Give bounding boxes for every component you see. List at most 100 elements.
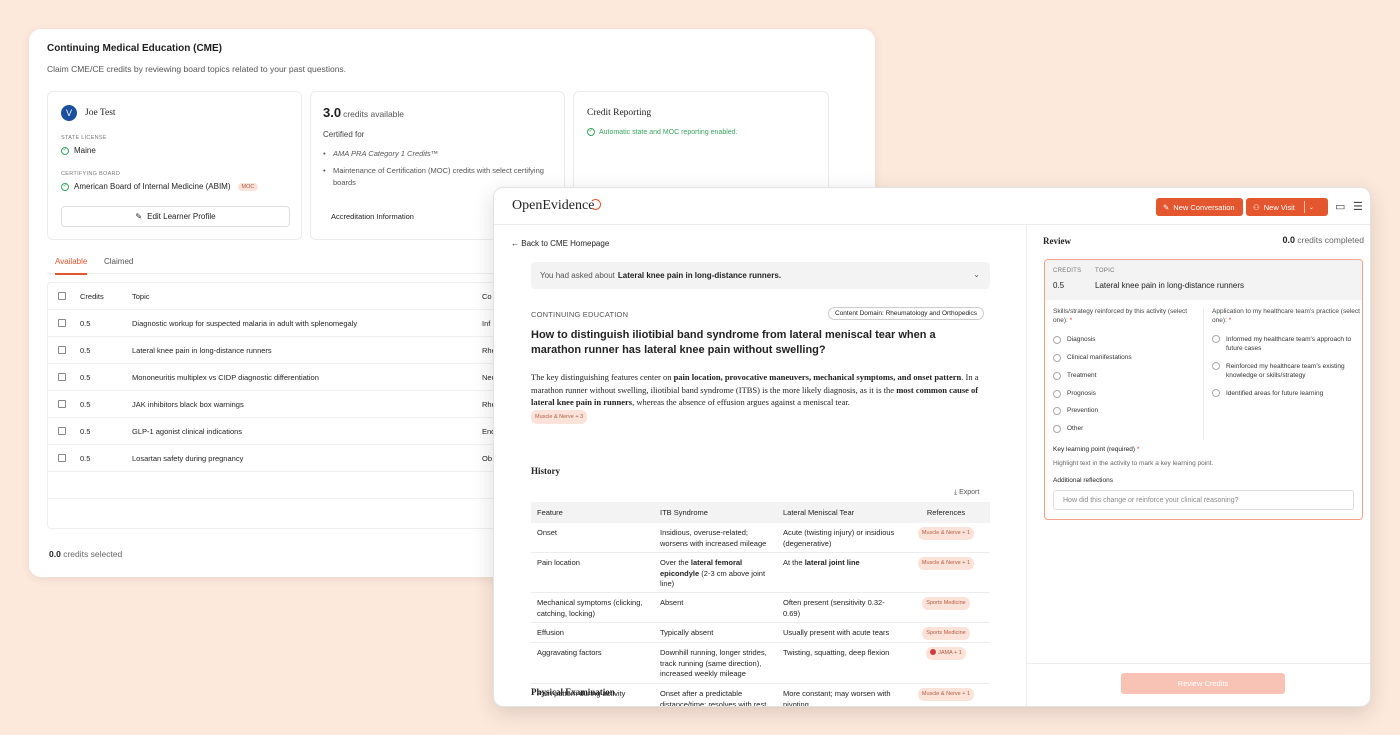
board-value: American Board of Internal Medicine (ABI… bbox=[74, 182, 231, 191]
radio-button[interactable] bbox=[1053, 335, 1061, 344]
radio-button[interactable] bbox=[1212, 335, 1220, 343]
review-title: Review bbox=[1043, 236, 1071, 246]
accreditation-info-link[interactable]: Accreditation Information bbox=[331, 212, 414, 221]
application-title: Application to my healthcare team's prac… bbox=[1212, 307, 1362, 325]
moc-badge: MOC bbox=[237, 182, 259, 191]
row-checkbox[interactable] bbox=[58, 427, 66, 435]
row-topic: JAK inhibitors black box warnings bbox=[132, 399, 244, 409]
tab-available[interactable]: Available bbox=[55, 257, 88, 275]
user-plus-icon: ⚇ bbox=[1253, 202, 1260, 212]
radio-option[interactable]: Clinical manifestations bbox=[1053, 353, 1132, 362]
radio-button[interactable] bbox=[1053, 406, 1061, 415]
row-topic: Diagnostic workup for suspected malaria … bbox=[132, 318, 358, 328]
credits-col-label: CREDITS bbox=[1053, 268, 1082, 274]
certified-for-label: Certified for bbox=[323, 130, 365, 139]
radio-button[interactable] bbox=[1053, 424, 1061, 433]
new-visit-label: New Visit bbox=[1263, 202, 1295, 212]
citation-label: JAMA + 1 bbox=[938, 650, 962, 656]
chevron-down-icon: ⌄ bbox=[973, 270, 980, 279]
review-pane: Review 0.0 credits completed CREDITS TOP… bbox=[1027, 225, 1370, 706]
radio-option[interactable]: Prognosis bbox=[1053, 389, 1096, 398]
credits-completed: 0.0 credits completed bbox=[1282, 235, 1364, 245]
arrow-left-icon: ← bbox=[511, 239, 519, 248]
question-title: How to distinguish iliotibial band syndr… bbox=[531, 329, 936, 356]
answer-paragraph: The key distinguishing features center o… bbox=[531, 371, 989, 424]
reporting-note: ✓ Automatic state and MOC reporting enab… bbox=[587, 128, 738, 136]
edit-learner-profile-button[interactable]: ✎ Edit Learner Profile bbox=[61, 206, 290, 227]
row-checkbox[interactable] bbox=[58, 319, 66, 327]
reflections-input[interactable]: How did this change or reinforce your cl… bbox=[1053, 490, 1354, 510]
radio-option[interactable]: Prevention bbox=[1053, 406, 1098, 415]
radio-button[interactable] bbox=[1212, 389, 1220, 397]
pencil-icon: ✎ bbox=[135, 212, 143, 221]
avatar: V bbox=[61, 105, 77, 121]
radio-option[interactable]: Reinforced my healthcare team's existing… bbox=[1212, 362, 1358, 380]
cell-itb: Insidious, overuse-related; worsens with… bbox=[660, 528, 767, 548]
back-link-label: Back to CME Homepage bbox=[521, 239, 610, 248]
cell-text: Over the bbox=[660, 558, 691, 567]
answer-text: , whereas the absence of effusion argues… bbox=[632, 397, 850, 407]
state-license-row: ✓ Maine bbox=[61, 146, 96, 155]
citation-badge[interactable]: JAMA + 1 bbox=[926, 647, 966, 660]
row-topic: Mononeuritis multiplex vs CIDP diagnosti… bbox=[132, 372, 319, 382]
new-conversation-button[interactable]: ✎ New Conversation bbox=[1156, 198, 1243, 216]
review-credits-button[interactable]: Review Credits bbox=[1121, 673, 1285, 694]
openevidence-panel: OpenEvidence ✎ New Conversation ⚇ New Vi… bbox=[493, 187, 1371, 707]
row-checkbox[interactable] bbox=[58, 373, 66, 381]
back-to-cme-link[interactable]: ← Back to CME Homepage bbox=[511, 239, 609, 248]
citation-badge[interactable]: Sports Medicine bbox=[922, 597, 970, 610]
row-checkbox[interactable] bbox=[58, 400, 66, 408]
row-checkbox[interactable] bbox=[58, 346, 66, 354]
cell-itb: Downhill running, longer strides, track … bbox=[660, 648, 767, 678]
chat-icon[interactable]: ▭ bbox=[1335, 200, 1345, 213]
header-topic: Topic bbox=[132, 291, 150, 301]
citation-badge[interactable]: Muscle & Nerve + 1 bbox=[917, 557, 975, 570]
table-row: Aggravating factors Downhill running, lo… bbox=[531, 643, 990, 684]
row-checkbox[interactable] bbox=[58, 454, 66, 462]
openevidence-logo[interactable]: OpenEvidence bbox=[512, 198, 602, 214]
select-all-checkbox[interactable] bbox=[58, 292, 66, 300]
review-credits-value: 0.5 bbox=[1053, 281, 1065, 290]
menu-icon[interactable]: ☰ bbox=[1353, 200, 1363, 213]
citation-badge[interactable]: Muscle & Nerve + 3 bbox=[531, 409, 588, 424]
radio-button[interactable] bbox=[1053, 371, 1061, 380]
skills-title-text: Skills/strategy reinforced by this activ… bbox=[1053, 308, 1188, 324]
credits-amount: 3.0 bbox=[323, 105, 342, 120]
radio-button[interactable] bbox=[1212, 362, 1220, 370]
radio-option[interactable]: Informed my healthcare team's approach t… bbox=[1212, 335, 1358, 353]
logo-ring-icon bbox=[590, 199, 602, 210]
cell-itb: Onset after a predictable distance/time;… bbox=[660, 689, 767, 707]
asked-about-box[interactable]: You had asked about Lateral knee pain in… bbox=[531, 262, 990, 289]
asked-topic: Lateral knee pain in long-distance runne… bbox=[617, 271, 782, 280]
credits-selected: 0.0 credits selected bbox=[49, 549, 122, 559]
radio-option[interactable]: Diagnosis bbox=[1053, 335, 1096, 344]
cell-meniscal: Acute (twisting injury) or insidious (de… bbox=[783, 528, 895, 548]
cell-feature: Mechanical symptoms (clicking, catching,… bbox=[537, 598, 643, 618]
row-credits: 0.5 bbox=[80, 426, 91, 436]
header-itb: ITB Syndrome bbox=[660, 508, 708, 517]
new-visit-button[interactable]: ⚇ New Visit ⌄ bbox=[1246, 198, 1328, 216]
table-header-row: Feature ITB Syndrome Lateral Meniscal Te… bbox=[531, 502, 990, 523]
cell-meniscal: Twisting, squatting, deep flexion bbox=[783, 648, 890, 657]
citation-badge[interactable]: Muscle & Nerve + 1 bbox=[917, 527, 975, 540]
logo-text: OpenEvidence bbox=[512, 198, 595, 213]
radio-option[interactable]: Identified areas for future learning bbox=[1212, 389, 1358, 398]
tab-claimed[interactable]: Claimed bbox=[104, 257, 133, 273]
chevron-down-icon[interactable]: ⌄ bbox=[1309, 204, 1314, 211]
radio-option[interactable]: Other bbox=[1053, 424, 1083, 433]
radio-option[interactable]: Treatment bbox=[1053, 371, 1096, 380]
cell-feature: Pain location bbox=[537, 558, 580, 567]
article-pane: ← Back to CME Homepage You had asked abo… bbox=[494, 225, 1026, 707]
cert-item: Maintenance of Certification (MOC) credi… bbox=[323, 165, 553, 189]
footer-divider bbox=[1027, 663, 1370, 664]
radio-button[interactable] bbox=[1053, 353, 1061, 362]
section-label: CONTINUING EDUCATION bbox=[531, 310, 629, 319]
citation-badge[interactable]: Sports Medicine bbox=[922, 627, 970, 640]
cme-title: Continuing Medical Education (CME) bbox=[47, 43, 222, 54]
citation-badge[interactable]: Muscle & Nerve + 1 bbox=[917, 688, 975, 701]
radio-button[interactable] bbox=[1053, 389, 1061, 398]
cell-itb: Over the lateral femoral epicondyle (2-3… bbox=[660, 558, 775, 590]
table-row: Pain location Over the lateral femoral e… bbox=[531, 553, 990, 593]
row-topic: GLP-1 agonist clinical indications bbox=[132, 426, 243, 436]
export-button[interactable]: ⤓ Export bbox=[954, 489, 979, 497]
